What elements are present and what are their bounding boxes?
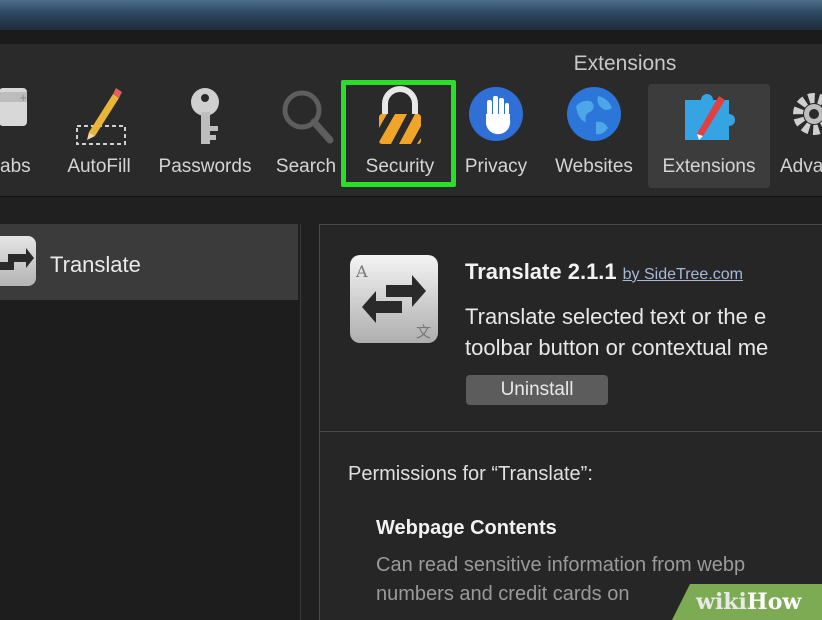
magnifier-icon bbox=[278, 86, 334, 152]
permission-section-title: Webpage Contents bbox=[376, 517, 557, 539]
toolbar-item-label: abs bbox=[0, 156, 31, 177]
svg-text:+: + bbox=[19, 93, 27, 104]
sidebar-item-translate[interactable]: Translate bbox=[0, 224, 298, 300]
security-highlight-box bbox=[341, 80, 456, 187]
extension-description: Translate selected text or the e toolbar… bbox=[465, 301, 768, 363]
toolbar-item-tabs[interactable]: + abs bbox=[0, 80, 44, 190]
extension-title: Translate 2.1.1 by SideTree.com bbox=[465, 259, 743, 285]
description-line: toolbar button or contextual me bbox=[465, 335, 769, 360]
tabs-icon: + bbox=[0, 86, 29, 136]
screen: Extensions + abs AutoFill Passwords Sear… bbox=[0, 0, 822, 620]
permission-desc-line: Can read sensitive information from webp bbox=[376, 554, 746, 576]
uninstall-button[interactable]: Uninstall bbox=[466, 375, 608, 405]
toolbar-item-privacy[interactable]: Privacy bbox=[458, 80, 534, 190]
wikihow-watermark: wikiHow bbox=[672, 584, 822, 620]
desktop-background bbox=[0, 0, 822, 30]
sidebar-item-label: Translate bbox=[50, 252, 141, 277]
developer-link[interactable]: by SideTree.com bbox=[623, 266, 743, 283]
description-line: Translate selected text or the e bbox=[465, 304, 767, 329]
extension-detail-panel: A 文 Translate 2.1.1 by SideTree.com Trans… bbox=[319, 224, 822, 620]
toolbar-item-label: Search bbox=[275, 156, 337, 177]
toolbar-item-label: Adva bbox=[780, 156, 822, 177]
window-edge bbox=[0, 30, 822, 44]
watermark-part1: wiki bbox=[696, 589, 747, 615]
translate-icon: A 文 bbox=[350, 255, 438, 343]
translate-icon bbox=[0, 236, 36, 286]
toolbar-item-label: Privacy bbox=[464, 156, 528, 177]
toolbar-item-search[interactable]: Search bbox=[270, 80, 342, 190]
globe-icon bbox=[566, 86, 622, 148]
toolbar-item-passwords[interactable]: Passwords bbox=[150, 80, 260, 190]
permissions-title: Permissions for “Translate”: bbox=[348, 463, 593, 485]
toolbar-item-label: Passwords bbox=[158, 156, 252, 177]
window-title: Extensions bbox=[573, 52, 677, 75]
toolbar-item-label: AutoFill bbox=[67, 156, 131, 177]
extensions-sidebar: Translate bbox=[0, 224, 301, 620]
toolbar-item-extensions[interactable]: Extensions bbox=[648, 84, 770, 188]
extension-name: Translate 2.1.1 bbox=[465, 259, 617, 284]
svg-text:文: 文 bbox=[416, 323, 431, 341]
toolbar-item-label: Websites bbox=[555, 156, 633, 177]
extension-header: A 文 Translate 2.1.1 by SideTree.com Trans… bbox=[320, 225, 822, 432]
pencil-icon bbox=[69, 86, 129, 154]
watermark-part2: How bbox=[746, 589, 802, 615]
svg-text:A: A bbox=[355, 262, 368, 281]
gear-icon bbox=[789, 86, 822, 148]
toolbar-item-label: Extensions bbox=[662, 156, 756, 177]
toolbar-item-autofill[interactable]: AutoFill bbox=[60, 80, 138, 190]
puzzle-icon bbox=[679, 86, 739, 150]
hand-icon bbox=[468, 86, 524, 148]
key-icon bbox=[182, 86, 228, 154]
toolbar-item-websites[interactable]: Websites bbox=[546, 80, 642, 190]
toolbar-item-advanced[interactable]: Adva bbox=[778, 80, 822, 190]
